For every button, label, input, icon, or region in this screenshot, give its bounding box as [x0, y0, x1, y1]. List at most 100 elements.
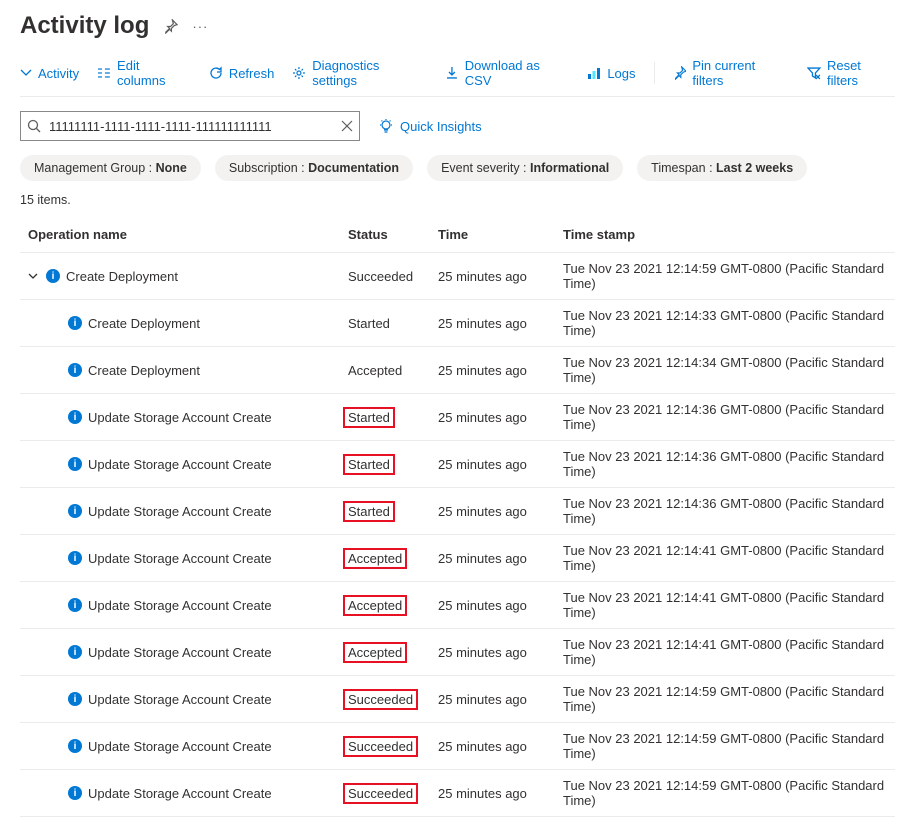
- info-icon: i: [68, 410, 82, 424]
- filter-value: Informational: [530, 161, 609, 175]
- col-operation[interactable]: Operation name: [20, 217, 340, 253]
- operation-name: Update Storage Account Create: [88, 551, 272, 566]
- operation-name: Update Storage Account Create: [88, 645, 272, 660]
- time-value: 25 minutes ago: [430, 347, 555, 394]
- search-input[interactable]: [20, 111, 360, 141]
- search-icon: [27, 119, 41, 133]
- col-status[interactable]: Status: [340, 217, 430, 253]
- filter-pill[interactable]: Subscription : Documentation: [215, 155, 413, 181]
- status-value: Started: [343, 501, 395, 522]
- download-csv-label: Download as CSV: [465, 58, 570, 88]
- toolbar-separator: [654, 62, 655, 84]
- refresh-label: Refresh: [229, 66, 275, 81]
- activity-dropdown[interactable]: Activity: [20, 66, 79, 81]
- pin-icon: [673, 66, 687, 80]
- time-value: 25 minutes ago: [430, 441, 555, 488]
- more-icon[interactable]: ···: [192, 19, 208, 34]
- gear-icon: [292, 66, 306, 80]
- table-row[interactable]: iUpdate Storage Account CreateAccepted25…: [20, 582, 895, 629]
- info-icon: i: [68, 645, 82, 659]
- filter-value: None: [156, 161, 187, 175]
- reset-filters-label: Reset filters: [827, 58, 895, 88]
- table-row[interactable]: iCreate DeploymentStarted25 minutes agoT…: [20, 300, 895, 347]
- operation-name: Create Deployment: [66, 269, 178, 284]
- info-icon: i: [46, 269, 60, 283]
- operation-name: Update Storage Account Create: [88, 739, 272, 754]
- operation-name: Create Deployment: [88, 363, 200, 378]
- info-icon: i: [68, 786, 82, 800]
- info-icon: i: [68, 504, 82, 518]
- time-value: 25 minutes ago: [430, 394, 555, 441]
- logs-button[interactable]: Logs: [587, 66, 635, 81]
- info-icon: i: [68, 598, 82, 612]
- table-row[interactable]: i Update Storage Account Create Started 25 …: [20, 488, 895, 535]
- table-row[interactable]: iUpdate Storage Account CreateStarted25 …: [20, 394, 895, 441]
- time-value: 25 minutes ago: [430, 535, 555, 582]
- time-value: 25 minutes ago: [430, 629, 555, 676]
- refresh-icon: [209, 66, 223, 80]
- refresh-button[interactable]: Refresh: [209, 66, 275, 81]
- timestamp-value: Tue Nov 23 2021 12:14:36 GMT-0800 (Pacif…: [555, 488, 895, 535]
- info-icon: i: [68, 363, 82, 377]
- table-row[interactable]: iUpdate Storage Account CreateSucceeded2…: [20, 770, 895, 817]
- table-row[interactable]: iCreate DeploymentSucceeded25 minutes ag…: [20, 253, 895, 300]
- filter-pill[interactable]: Timespan : Last 2 weeks: [637, 155, 807, 181]
- time-value: 25 minutes ago: [430, 582, 555, 629]
- timestamp-value: Tue Nov 23 2021 12:14:59 GMT-0800 (Pacif…: [555, 253, 895, 300]
- columns-icon: [97, 66, 111, 80]
- time-value: 25 minutes ago: [430, 253, 555, 300]
- expand-toggle[interactable]: [28, 271, 40, 281]
- download-icon: [445, 66, 459, 80]
- col-timestamp[interactable]: Time stamp: [555, 217, 895, 253]
- diagnostics-button[interactable]: Diagnostics settings: [292, 58, 427, 88]
- filter-label: Timespan :: [651, 161, 716, 175]
- operation-name: Update Storage Account Create: [88, 504, 272, 519]
- table-row[interactable]: iUpdate Storage Account CreateStarted25 …: [20, 441, 895, 488]
- status-value: Succeeded: [343, 783, 418, 804]
- col-time[interactable]: Time: [430, 217, 555, 253]
- filter-label: Event severity :: [441, 161, 530, 175]
- chevron-down-icon: [28, 271, 38, 281]
- filter-label: Management Group :: [34, 161, 156, 175]
- timestamp-value: Tue Nov 23 2021 12:14:59 GMT-0800 (Pacif…: [555, 770, 895, 817]
- status-value: Accepted: [343, 548, 407, 569]
- quick-insights-label: Quick Insights: [400, 119, 482, 134]
- table-row[interactable]: i Update Storage Account Create Accepted 25…: [20, 535, 895, 582]
- time-value: 25 minutes ago: [430, 488, 555, 535]
- clear-search-icon[interactable]: [341, 120, 353, 132]
- operation-name: Update Storage Account Create: [88, 410, 272, 425]
- filter-pills: Management Group : None Subscription : Do…: [20, 155, 895, 181]
- toolbar: Activity Edit columns Refresh Diagnostic…: [20, 58, 895, 97]
- status-value: Accepted: [343, 595, 407, 616]
- filter-pill[interactable]: Event severity : Informational: [427, 155, 623, 181]
- table-row[interactable]: iCreate DeploymentAccepted25 minutes ago…: [20, 347, 895, 394]
- timestamp-value: Tue Nov 23 2021 12:14:59 GMT-0800 (Pacif…: [555, 723, 895, 770]
- table-row[interactable]: iUpdate Storage Account CreateSucceeded2…: [20, 676, 895, 723]
- edit-columns-button[interactable]: Edit columns: [97, 58, 191, 88]
- timestamp-value: Tue Nov 23 2021 12:14:36 GMT-0800 (Pacif…: [555, 441, 895, 488]
- reset-filters-button[interactable]: Reset filters: [807, 58, 895, 88]
- status-value: Started: [343, 454, 395, 475]
- timestamp-value: Tue Nov 23 2021 12:14:41 GMT-0800 (Pacif…: [555, 629, 895, 676]
- filter-value: Documentation: [308, 161, 399, 175]
- logs-label: Logs: [607, 66, 635, 81]
- download-csv-button[interactable]: Download as CSV: [445, 58, 569, 88]
- status-value: Succeeded: [343, 736, 418, 757]
- quick-insights-button[interactable]: Quick Insights: [378, 118, 482, 134]
- pin-filters-button[interactable]: Pin current filters: [673, 58, 790, 88]
- operation-name: Create Deployment: [88, 316, 200, 331]
- timestamp-value: Tue Nov 23 2021 12:14:41 GMT-0800 (Pacif…: [555, 535, 895, 582]
- pin-filters-label: Pin current filters: [692, 58, 789, 88]
- operation-name: Update Storage Account Create: [88, 786, 272, 801]
- pin-icon[interactable]: [163, 19, 178, 34]
- filter-label: Subscription :: [229, 161, 308, 175]
- status-value: Started: [348, 316, 390, 331]
- logs-icon: [587, 66, 601, 80]
- info-icon: i: [68, 551, 82, 565]
- info-icon: i: [68, 692, 82, 706]
- filter-pill[interactable]: Management Group : None: [20, 155, 201, 181]
- table-row[interactable]: iUpdate Storage Account CreateAccepted25…: [20, 629, 895, 676]
- table-row[interactable]: iUpdate Storage Account CreateSucceeded2…: [20, 723, 895, 770]
- diagnostics-label: Diagnostics settings: [312, 58, 427, 88]
- activity-table: Operation name Status Time Time stamp iC…: [20, 217, 895, 817]
